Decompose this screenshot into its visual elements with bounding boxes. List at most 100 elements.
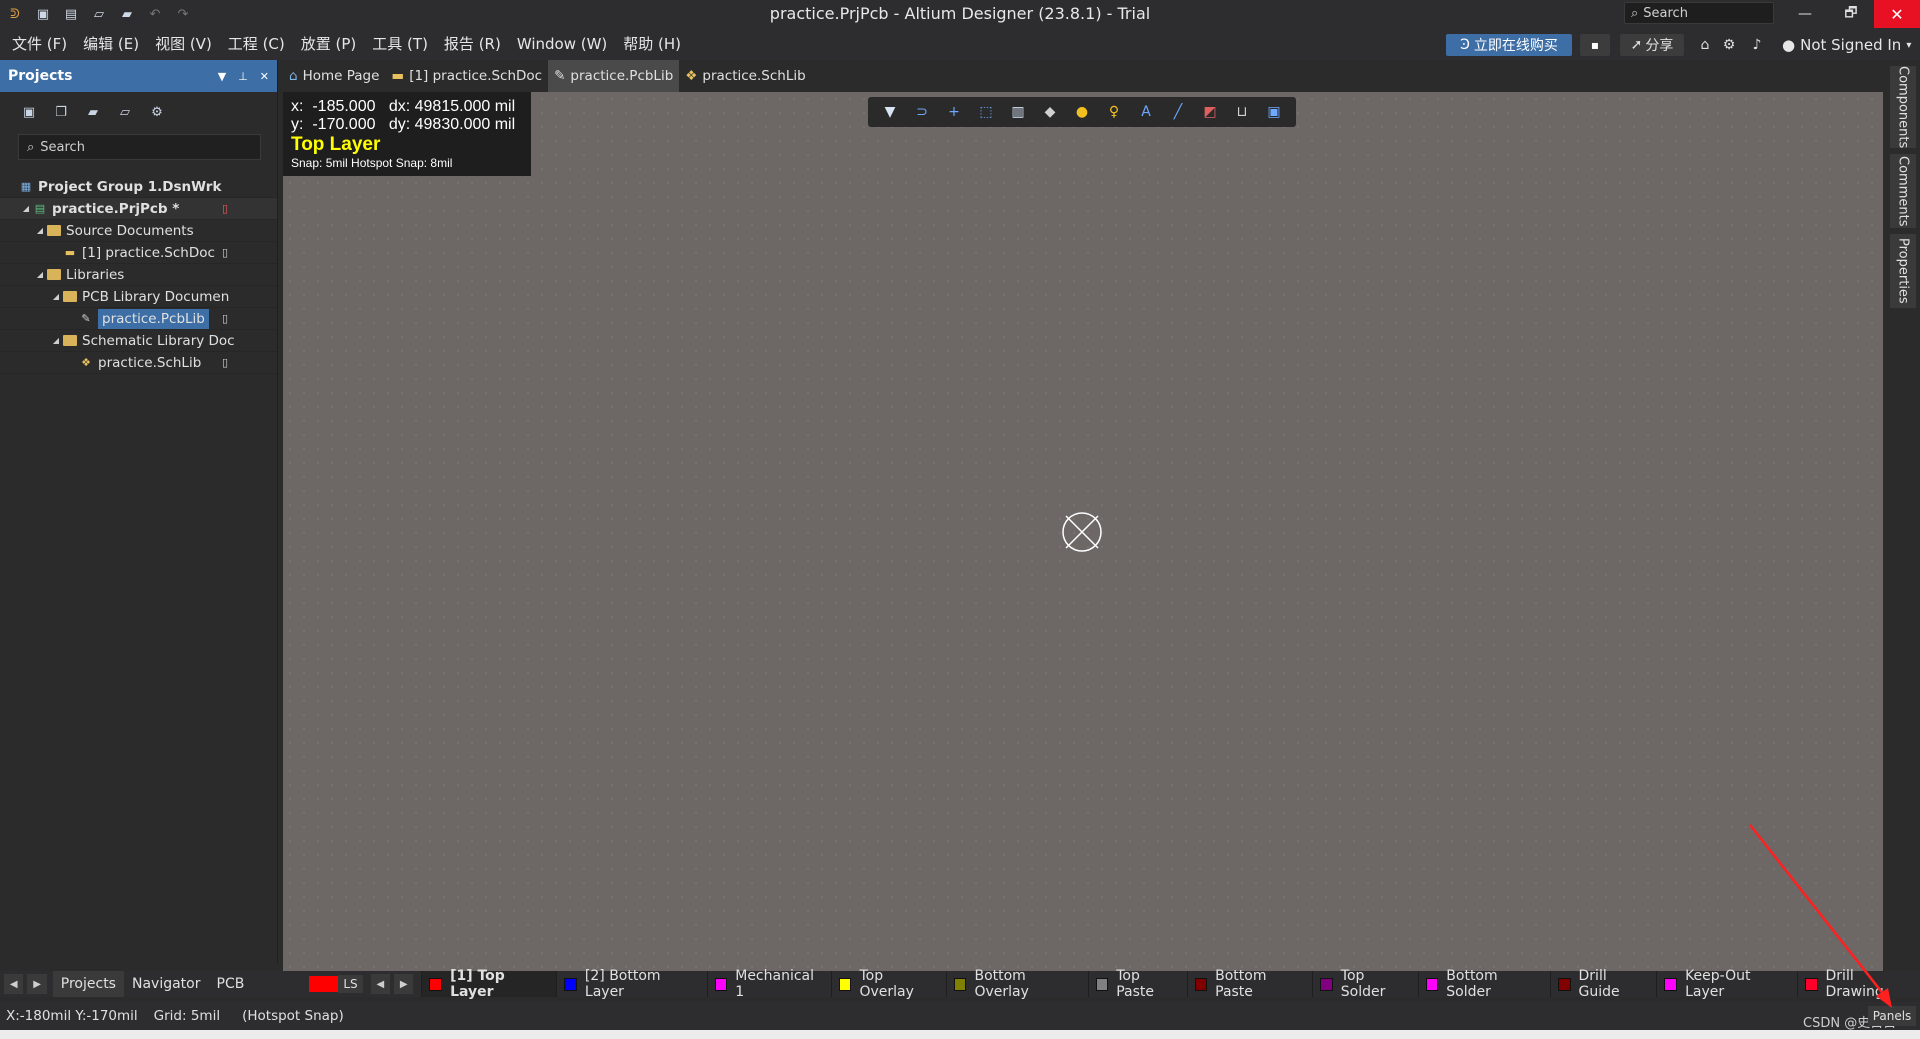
menu-item[interactable]: 放置 (P): [293, 28, 365, 60]
menu-item[interactable]: 视图 (V): [147, 28, 220, 60]
tab-schlib[interactable]: ❖ practice.SchLib: [679, 60, 811, 92]
tab-properties[interactable]: Properties: [1890, 234, 1916, 308]
place-region-icon[interactable]: ◩: [1198, 100, 1222, 124]
menu-item[interactable]: 文件 (F): [4, 28, 75, 60]
user-menu[interactable]: ● Not Signed In ▾: [1782, 32, 1911, 58]
notifications-icon[interactable]: ♪: [1746, 34, 1768, 56]
panel-menu-icon[interactable]: ▼: [218, 70, 226, 83]
layer-scroll-right-icon[interactable]: ▶: [394, 974, 414, 994]
place-string-icon[interactable]: A: [1134, 100, 1158, 124]
redo-icon[interactable]: ↷: [174, 5, 192, 23]
open-folder-icon[interactable]: ▱: [90, 5, 108, 23]
share-button[interactable]: ➚ 分享: [1620, 34, 1684, 56]
tab-projects-panel[interactable]: Projects: [52, 971, 124, 997]
place-3d-body-icon[interactable]: ▣: [1262, 100, 1286, 124]
panels-button[interactable]: Panels: [1868, 1006, 1916, 1026]
expand-triangle-icon[interactable]: ◢: [50, 292, 62, 301]
place-line-icon[interactable]: ╱: [1166, 100, 1190, 124]
tab-comments[interactable]: Comments: [1890, 154, 1916, 228]
select-region-icon[interactable]: ⬚: [974, 100, 998, 124]
tree-item-pcb-project[interactable]: ◢ ▤ practice.PrjPcb * ▯: [0, 198, 277, 220]
compile-icon[interactable]: ❐: [52, 103, 70, 121]
document-icon: ▯: [222, 312, 229, 325]
save-all-icon[interactable]: ▤: [62, 5, 80, 23]
layer-tab[interactable]: Bottom Paste: [1186, 968, 1313, 1000]
tab-navigator-panel[interactable]: Navigator: [124, 971, 209, 997]
save-icon[interactable]: ▣: [34, 5, 52, 23]
tab-schdoc[interactable]: ▬ [1] practice.SchDoc: [385, 60, 548, 92]
layer-tab[interactable]: [2] Bottom Layer: [556, 968, 706, 1000]
tab-pcb-library-panel[interactable]: PCB Library: [209, 971, 304, 1018]
menu-item[interactable]: Window (W): [509, 28, 615, 60]
place-dimension-icon[interactable]: ⊔: [1230, 100, 1254, 124]
current-layer-color-swatch[interactable]: [309, 976, 339, 992]
maximize-button[interactable]: 🗗: [1828, 0, 1874, 28]
save-project-icon[interactable]: ▣: [20, 103, 38, 121]
expand-triangle-icon[interactable]: ◢: [34, 226, 46, 235]
tab-home-page[interactable]: ⌂ Home Page: [283, 60, 385, 92]
layer-tab[interactable]: Keep-Out Layer: [1656, 968, 1796, 1000]
layer-tab[interactable]: [1] Top Layer: [421, 968, 557, 1000]
layer-tab[interactable]: Top Solder: [1312, 968, 1417, 1000]
right-panel-dock: Components Comments Properties: [1886, 60, 1920, 971]
menu-item[interactable]: 编辑 (E): [75, 28, 147, 60]
crosshair-icon[interactable]: +: [942, 100, 966, 124]
layer-tab[interactable]: Bottom Overlay: [945, 968, 1088, 1000]
buy-icon: Ͽ: [1460, 37, 1470, 53]
expand-triangle-icon[interactable]: ◢: [50, 336, 62, 345]
menu-item[interactable]: 报告 (R): [436, 28, 509, 60]
tab-pcblib[interactable]: ✎ practice.PcbLib: [548, 60, 680, 92]
undo-icon[interactable]: ↶: [146, 5, 164, 23]
layer-tab-label: [2] Bottom Layer: [584, 968, 661, 1000]
panel-close-icon[interactable]: ✕: [260, 70, 269, 83]
tree-item-schdoc[interactable]: ▬ [1] practice.SchDoc ▯: [0, 242, 277, 264]
pin-icon[interactable]: ⊥: [238, 70, 248, 83]
buy-online-button[interactable]: Ͽ 立即在线购买: [1446, 34, 1572, 56]
heads-up-display: x: -185.000 dx: 49815.000 mil y: -170.00…: [283, 92, 531, 176]
tree-item-source-documents[interactable]: ◢ Source Documents: [0, 220, 277, 242]
expand-triangle-icon[interactable]: ◢: [20, 204, 32, 213]
expand-triangle-icon[interactable]: ◢: [34, 270, 46, 279]
layer-tab[interactable]: Top Paste: [1087, 968, 1187, 1000]
tree-item-pcb-library-docs[interactable]: ◢ PCB Library Documen: [0, 286, 277, 308]
layer-tab[interactable]: Drill Drawing: [1796, 968, 1920, 1000]
interactive-route-icon[interactable]: ⊃: [910, 100, 934, 124]
minimize-button[interactable]: —: [1782, 0, 1828, 28]
layer-tab[interactable]: Mechanical 1: [706, 968, 831, 1000]
layer-scroll-left-icon[interactable]: ◀: [370, 974, 391, 994]
menu-item[interactable]: 帮助 (H): [615, 28, 689, 60]
open-folder-icon[interactable]: ▰: [84, 103, 102, 121]
layer-tab[interactable]: Top Overlay: [830, 968, 946, 1000]
filter-icon[interactable]: ▼: [878, 100, 902, 124]
tab-components[interactable]: Components: [1890, 66, 1916, 148]
home-icon[interactable]: ⌂: [1694, 34, 1716, 56]
layer-set-button[interactable]: LS: [338, 975, 363, 993]
place-component-icon[interactable]: ◆: [1038, 100, 1062, 124]
close-folder-icon[interactable]: ▱: [116, 103, 134, 121]
tree-item-schematic-library-docs[interactable]: ◢ Schematic Library Doc: [0, 330, 277, 352]
tree-item-project-group[interactable]: ▦ Project Group 1.DsnWrk: [0, 176, 277, 198]
user-icon: ●: [1782, 36, 1796, 54]
menu-item[interactable]: 工程 (C): [220, 28, 293, 60]
tree-item-libraries[interactable]: ◢ Libraries: [0, 264, 277, 286]
scroll-right-icon[interactable]: ▶: [27, 974, 47, 994]
tree-item-pcblib[interactable]: ✎ practice.PcbLib ▯: [0, 308, 277, 330]
align-icon[interactable]: ▥: [1006, 100, 1030, 124]
gear-icon[interactable]: ⚙: [1718, 34, 1740, 56]
close-button[interactable]: ✕: [1874, 0, 1920, 28]
scroll-left-icon[interactable]: ◀: [4, 974, 24, 994]
place-pad-icon[interactable]: ♀: [1102, 100, 1126, 124]
menu-item[interactable]: 工具 (T): [364, 28, 436, 60]
chat-icon: ▪: [1590, 38, 1600, 52]
place-via-icon[interactable]: ●: [1070, 100, 1094, 124]
layer-tab[interactable]: Drill Guide: [1549, 968, 1657, 1000]
global-search-box[interactable]: ⌕ Search: [1624, 2, 1774, 24]
tree-item-label: Source Documents: [66, 222, 194, 239]
settings-icon[interactable]: ⚙: [148, 103, 166, 121]
layer-tab[interactable]: Bottom Solder: [1417, 968, 1550, 1000]
tree-item-schlib[interactable]: ❖ practice.SchLib ▯: [0, 352, 277, 374]
tree-item-label: PCB Library Documen: [82, 288, 230, 305]
message-button[interactable]: ▪: [1580, 34, 1610, 56]
open-project-icon[interactable]: ▰: [118, 5, 136, 23]
panel-search-input[interactable]: ⌕ Search: [18, 134, 261, 160]
